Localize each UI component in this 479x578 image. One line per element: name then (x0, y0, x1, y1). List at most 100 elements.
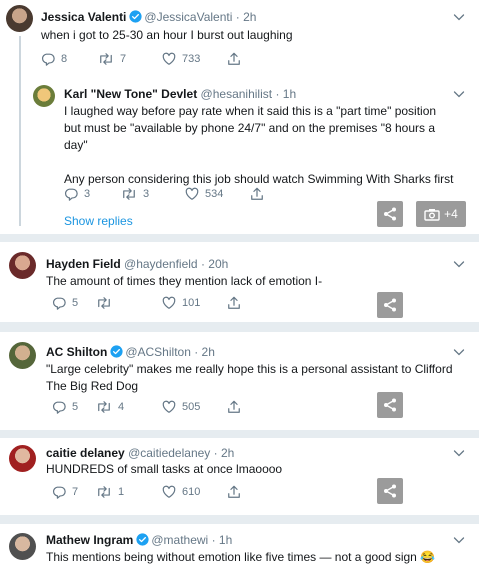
tweet-header: AC Shilton @ACShilton · 2h (46, 344, 215, 360)
like-button[interactable]: 610 (162, 484, 200, 500)
tweet-header: Jessica Valenti @JessicaValenti · 2h (41, 9, 256, 25)
reply-button[interactable]: 3 (64, 186, 90, 202)
tweet-card: AC Shilton @ACShilton · 2h "Large celebri… (0, 332, 479, 430)
chevron-down-icon[interactable] (453, 259, 465, 269)
avatar[interactable] (9, 342, 36, 369)
text-line: I laughed way before pay rate when it sa… (64, 104, 437, 118)
camera-icon (424, 208, 440, 221)
tweet-actions: 3 3 534 (64, 186, 294, 202)
avatar[interactable] (9, 252, 36, 279)
like-count: 534 (205, 188, 224, 200)
timestamp[interactable]: · 1h (275, 87, 296, 101)
tweet-card: caitie delaney @caitiedelaney · 2h HUNDR… (0, 438, 479, 515)
share-icon (382, 206, 398, 222)
thread-line (19, 36, 21, 226)
timestamp[interactable]: · 2h (214, 446, 235, 460)
reply-count: 3 (84, 188, 91, 200)
share-button[interactable] (227, 51, 241, 67)
share-overlay-button[interactable] (377, 292, 403, 318)
handle[interactable]: @mathewi (151, 533, 208, 547)
avatar[interactable] (9, 445, 36, 472)
handle[interactable]: @ACShilton (125, 345, 191, 359)
share-icon (382, 297, 398, 313)
share-icon (382, 483, 398, 499)
share-overlay-button[interactable] (377, 392, 403, 418)
chevron-down-icon[interactable] (453, 12, 465, 22)
reply-count: 8 (61, 53, 68, 65)
reply-header: Karl "New Tone" Devlet @hesanihilist · 1… (64, 86, 296, 102)
reply-button[interactable]: 5 (52, 399, 78, 415)
tweet-card: Hayden Field @haydenfield · 20h The amou… (0, 242, 479, 322)
handle[interactable]: @haydenfield (124, 257, 198, 271)
avatar[interactable] (6, 5, 33, 32)
share-button[interactable] (227, 399, 241, 415)
like-button[interactable]: 505 (162, 399, 200, 415)
display-name[interactable]: Hayden Field (46, 257, 121, 271)
reply-button[interactable]: 8 (41, 51, 67, 67)
share-button[interactable] (227, 295, 241, 311)
text-line: day" (64, 138, 88, 152)
retweet-count: 1 (118, 486, 125, 498)
timestamp[interactable]: · 2h (194, 345, 215, 359)
retweet-button[interactable]: 3 (121, 186, 149, 202)
text: This mentions being without emotion like… (46, 550, 417, 564)
text-line: "Large celebrity" makes me really hope t… (46, 362, 453, 376)
tweet-text: when i got to 25-30 an hour I burst out … (41, 28, 293, 42)
handle[interactable]: @hesanihilist (201, 87, 273, 101)
retweet-count: 3 (143, 188, 150, 200)
reply-button[interactable]: 5 (52, 295, 78, 311)
handle[interactable]: @caitiedelaney (128, 446, 210, 460)
avatar[interactable] (9, 533, 36, 560)
display-name[interactable]: Karl "New Tone" Devlet (64, 87, 197, 101)
chevron-down-icon[interactable] (453, 535, 465, 545)
retweet-count: 7 (120, 53, 127, 65)
share-button[interactable] (227, 484, 241, 500)
photo-count: +4 (444, 207, 458, 221)
timestamp[interactable]: · 2h (236, 10, 257, 24)
handle[interactable]: @JessicaValenti (144, 10, 232, 24)
chevron-down-icon[interactable] (453, 448, 465, 458)
tweet-text: HUNDREDS of small tasks at once lmaoooo (46, 462, 283, 476)
tweet-card: Mathew Ingram @mathewi · 1h This mentions… (0, 524, 479, 578)
reply-button[interactable]: 7 (52, 484, 78, 500)
like-button[interactable]: 534 (185, 186, 223, 202)
retweet-count: 4 (118, 401, 125, 413)
timestamp[interactable]: · 1h (212, 533, 233, 547)
verified-icon (136, 533, 149, 546)
chevron-down-icon[interactable] (453, 347, 465, 357)
tweet-text: This mentions being without emotion like… (46, 549, 435, 566)
avatar[interactable] (33, 85, 55, 107)
show-replies-link[interactable]: Show replies (64, 213, 133, 229)
share-overlay-button[interactable] (377, 201, 403, 227)
tweet-header: caitie delaney @caitiedelaney · 2h (46, 445, 234, 461)
tweet-text: I laughed way before pay rate when it sa… (64, 103, 454, 188)
verified-icon (110, 345, 123, 358)
laughing-emoji: 😂 (420, 550, 436, 564)
tweet-text: "Large celebrity" makes me really hope t… (46, 361, 453, 395)
reply-count: 7 (72, 486, 79, 498)
tweet-text: The amount of times they mention lack of… (46, 274, 323, 288)
tweet-header: Mathew Ingram @mathewi · 1h (46, 532, 232, 548)
like-button[interactable]: 101 (162, 295, 200, 311)
tweet-actions: 7 1 610 (52, 484, 282, 500)
share-overlay-button[interactable] (377, 478, 403, 504)
retweet-button[interactable] (96, 295, 112, 311)
timestamp[interactable]: · 20h (201, 257, 228, 271)
retweet-button[interactable]: 4 (96, 399, 124, 415)
chevron-down-icon[interactable] (453, 89, 465, 99)
text-line: but must be "available by phone 24/7" an… (64, 121, 436, 135)
tweet-header: Hayden Field @haydenfield · 20h (46, 256, 228, 272)
retweet-button[interactable]: 7 (98, 51, 126, 67)
retweet-button[interactable]: 1 (96, 484, 124, 500)
tweet-actions: 5 4 505 (52, 399, 282, 415)
display-name[interactable]: AC Shilton (46, 345, 107, 359)
like-button[interactable]: 733 (162, 51, 200, 67)
tweet-card: Jessica Valenti @JessicaValenti · 2h when… (0, 0, 479, 234)
like-count: 505 (182, 401, 201, 413)
share-button[interactable] (250, 186, 264, 202)
display-name[interactable]: Mathew Ingram (46, 533, 133, 547)
display-name[interactable]: caitie delaney (46, 446, 125, 460)
like-count: 610 (182, 486, 201, 498)
display-name[interactable]: Jessica Valenti (41, 10, 126, 24)
photo-count-button[interactable]: +4 (416, 201, 466, 227)
